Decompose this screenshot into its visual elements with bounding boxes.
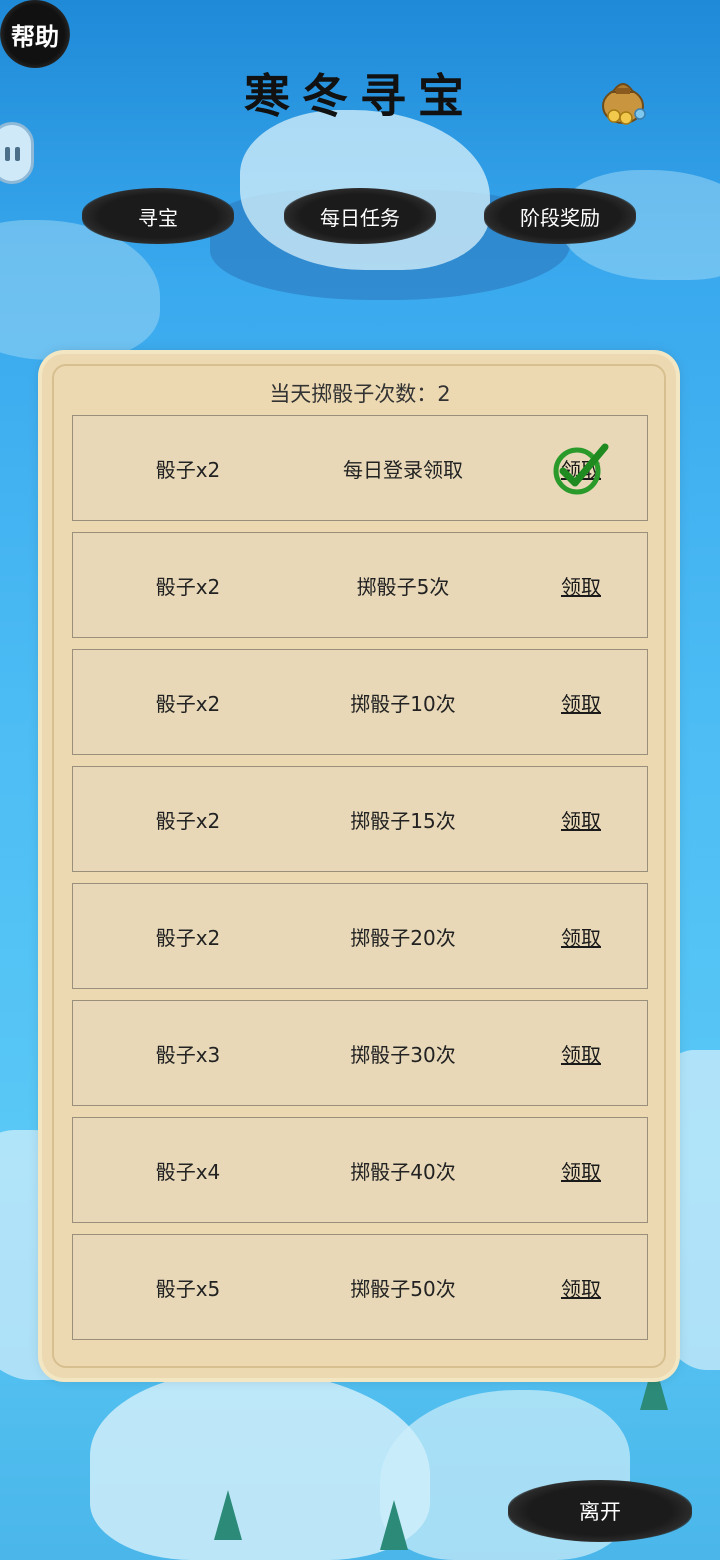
task-reward: 骰子x2 [155,925,221,950]
task-reward: 骰子x2 [155,691,221,716]
claim-button[interactable]: 领取 [531,884,631,988]
dice-roll-count: 当天掷骰子次数：2 [269,382,451,406]
task-condition: 掷骰子50次 [350,1276,456,1301]
task-row: 骰子x2 每日登录领取 领取 [72,415,648,521]
claim-button[interactable]: 领取 [531,1235,631,1339]
task-row: 骰子x5 掷骰子50次 领取 [72,1234,648,1340]
treasure-bag-icon[interactable] [596,66,650,126]
task-condition: 掷骰子5次 [356,574,450,599]
task-condition: 掷骰子40次 [350,1159,456,1184]
claimed-check-icon [553,443,609,495]
task-reward: 骰子x5 [155,1276,221,1301]
task-row: 骰子x3 掷骰子30次 领取 [72,1000,648,1106]
task-condition: 掷骰子30次 [350,1042,456,1067]
claim-button[interactable]: 领取 [531,1118,631,1222]
snow-hill-decoration [90,1370,430,1560]
task-row: 骰子x4 掷骰子40次 领取 [72,1117,648,1223]
claim-button[interactable]: 领取 [531,533,631,637]
task-condition: 掷骰子10次 [350,691,456,716]
task-reward: 骰子x4 [155,1159,221,1184]
task-reward: 骰子x2 [155,457,221,482]
pine-tree-decoration [214,1490,242,1540]
tab-treasure-hunt[interactable]: 寻宝 [82,188,234,244]
task-reward: 骰子x2 [155,808,221,833]
page-title: 寒冬寻宝 [244,69,476,123]
task-reward: 骰子x3 [155,1042,221,1067]
task-condition: 掷骰子20次 [350,925,456,950]
task-row: 骰子x2 掷骰子20次 领取 [72,883,648,989]
leave-button[interactable]: 离开 [508,1480,692,1542]
pine-tree-decoration [380,1500,408,1550]
tab-daily-tasks[interactable]: 每日任务 [284,188,436,244]
task-condition: 每日登录领取 [343,457,463,482]
task-condition: 掷骰子15次 [350,808,456,833]
claim-button[interactable]: 领取 [531,650,631,754]
side-drawer-handle[interactable] [0,122,34,184]
task-reward: 骰子x2 [155,574,221,599]
task-row: 骰子x2 掷骰子10次 领取 [72,649,648,755]
tab-stage-rewards[interactable]: 阶段奖励 [484,188,636,244]
task-row: 骰子x2 掷骰子15次 领取 [72,766,648,872]
claim-button[interactable]: 领取 [531,767,631,871]
task-row: 骰子x2 掷骰子5次 领取 [72,532,648,638]
claim-button[interactable]: 领取 [531,1001,631,1105]
